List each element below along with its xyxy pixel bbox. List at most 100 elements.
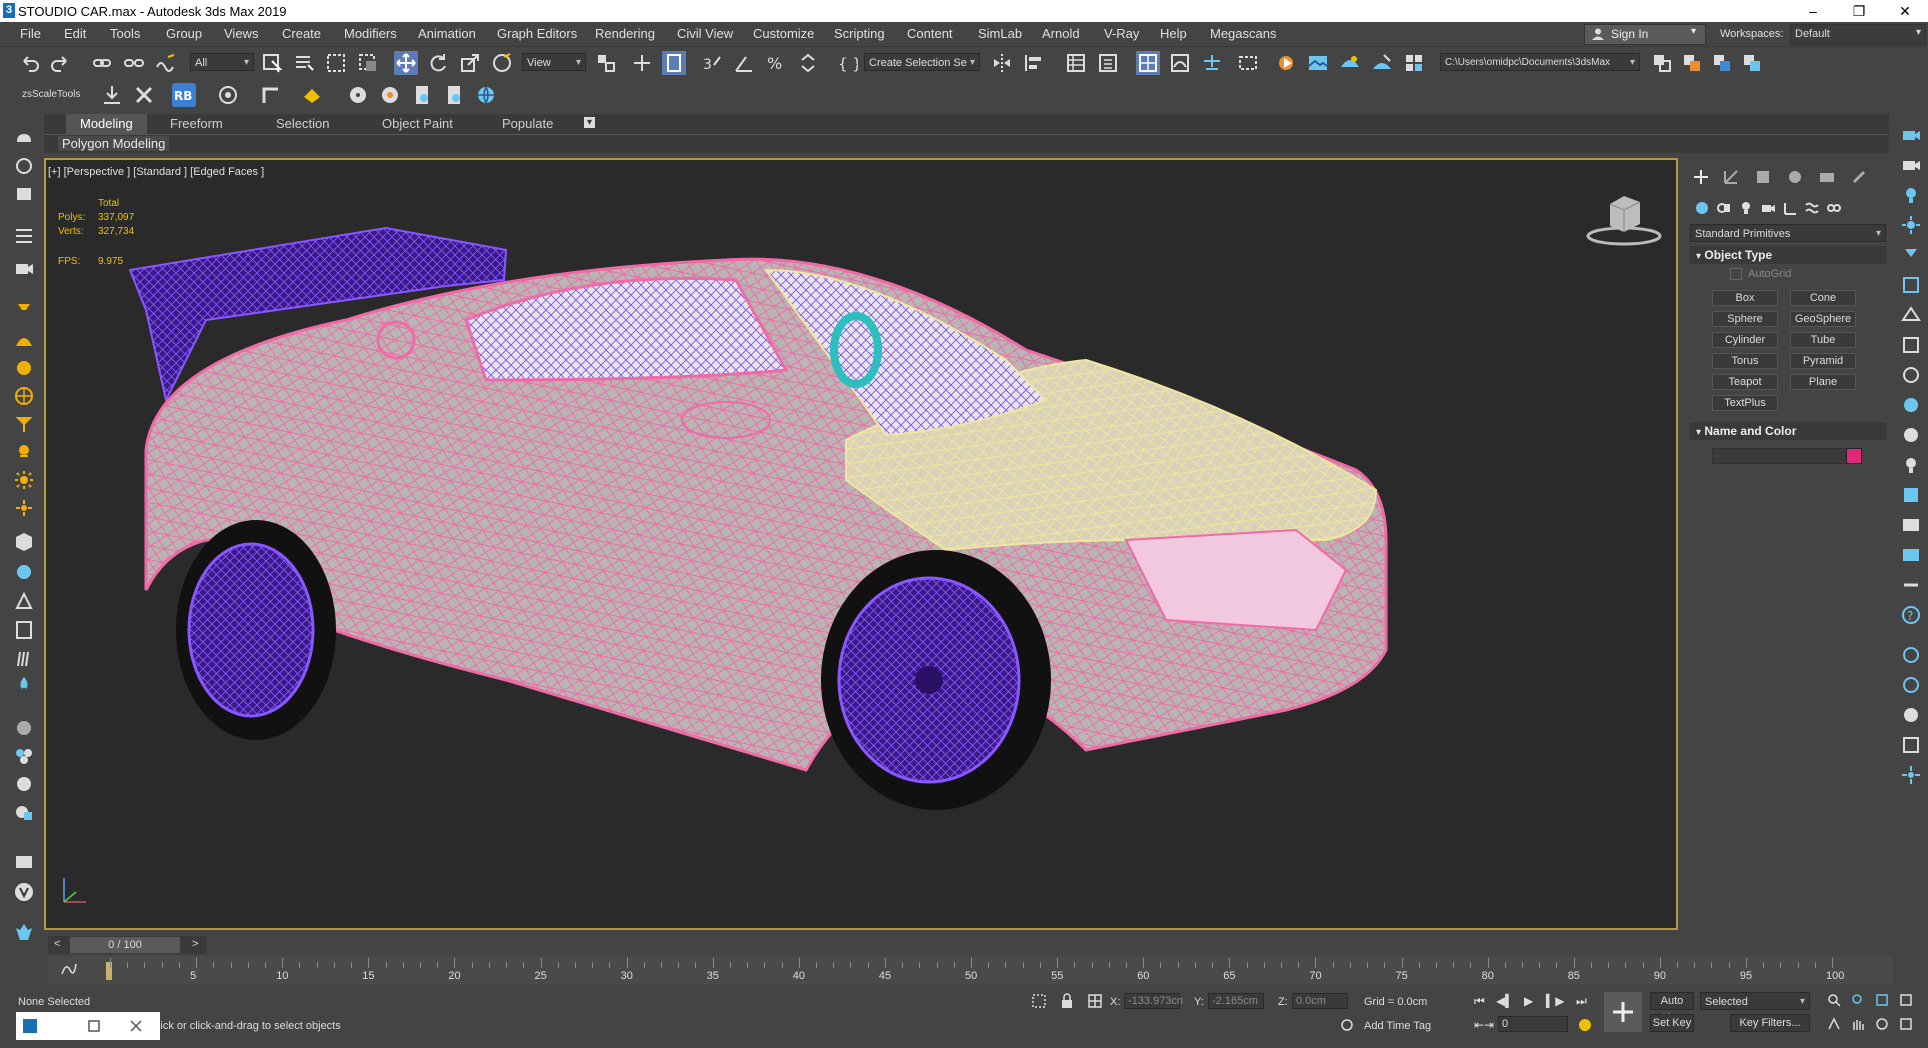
play-icon[interactable]: ▶: [1524, 994, 1533, 1008]
systems-icon[interactable]: [1826, 200, 1842, 216]
camera-icon[interactable]: [12, 256, 36, 280]
perspective-viewport[interactable]: [+] [Perspective ] [Standard ] [Edged Fa…: [44, 158, 1678, 930]
angle-snap-icon[interactable]: [732, 51, 756, 75]
render-setup-icon[interactable]: [1236, 51, 1260, 75]
tab-selection[interactable]: Selection: [276, 116, 329, 131]
close-panel-icon[interactable]: [128, 1018, 144, 1034]
textplus-button[interactable]: TextPlus: [1712, 395, 1778, 411]
import-icon[interactable]: [100, 83, 124, 107]
vray-light-icon[interactable]: [1900, 184, 1922, 206]
material-sample-icon[interactable]: [12, 772, 36, 796]
next-frame-icon[interactable]: ▍▶: [1546, 994, 1564, 1008]
box-icon[interactable]: [12, 182, 36, 206]
layer-explorer-icon[interactable]: [1064, 51, 1088, 75]
key-filters-button[interactable]: Key Filters...: [1730, 1014, 1810, 1032]
tab-freeform[interactable]: Freeform: [170, 116, 223, 131]
megascans-icon[interactable]: [12, 920, 36, 944]
create-tab-icon[interactable]: [1692, 168, 1710, 186]
multi-material-icon[interactable]: [12, 744, 36, 768]
photometric-light-icon[interactable]: [12, 412, 36, 436]
keyboard-shortcut-icon[interactable]: [662, 51, 686, 75]
add-time-tag-label[interactable]: Add Time Tag: [1364, 1020, 1431, 1032]
time-next-button[interactable]: >: [192, 938, 198, 950]
align-icon[interactable]: [1022, 51, 1046, 75]
time-tag-icon[interactable]: [1340, 1018, 1354, 1032]
render-cloud-icon[interactable]: [1402, 51, 1426, 75]
menu-rendering[interactable]: Rendering: [595, 26, 655, 41]
menu-customize[interactable]: Customize: [753, 26, 814, 41]
hierarchy-tab-icon[interactable]: [1754, 168, 1772, 186]
mirror-icon[interactable]: [990, 51, 1014, 75]
vray-frame-buffer-icon[interactable]: [12, 850, 36, 874]
collapse-icon[interactable]: [132, 83, 156, 107]
vray-interactive-icon[interactable]: [1900, 544, 1922, 566]
tab-modeling[interactable]: Modeling: [66, 114, 147, 134]
track-bar[interactable]: 5 10 15 20 25 30 35 40 45 50 55 60 65 70 75 80 85 90 95 100: [48, 956, 1893, 984]
dome-light-icon[interactable]: [12, 328, 36, 352]
workspace-dropdown[interactable]: Default ▾: [1790, 24, 1926, 45]
menu-file[interactable]: File: [20, 26, 41, 41]
vray-decal-icon[interactable]: [1900, 424, 1922, 446]
sun-icon[interactable]: [12, 468, 36, 492]
key-mode-dropdown[interactable]: Selected: [1700, 992, 1810, 1011]
spinner-snap-icon[interactable]: [796, 51, 820, 75]
vray-ies-icon[interactable]: [1900, 244, 1922, 266]
vray-logo-icon[interactable]: [12, 880, 36, 904]
move-icon[interactable]: [394, 51, 418, 75]
scale-icon[interactable]: [458, 51, 482, 75]
window-crossing-icon[interactable]: [356, 51, 380, 75]
walkthrough-icon[interactable]: [1900, 764, 1922, 786]
corner-icon[interactable]: [258, 83, 282, 107]
manipulate-icon[interactable]: [630, 51, 654, 75]
tab-object-paint[interactable]: Object Paint: [382, 116, 453, 131]
name-and-color-rollout[interactable]: ▾ Name and Color: [1690, 422, 1886, 440]
menu-edit[interactable]: Edit: [64, 26, 86, 41]
menu-simlab[interactable]: SimLab: [978, 26, 1022, 41]
sphere-button[interactable]: Sphere: [1712, 311, 1778, 327]
blob-icon[interactable]: [12, 154, 36, 178]
set-key-big-button[interactable]: [1604, 992, 1642, 1032]
pivot-center-icon[interactable]: [594, 51, 618, 75]
shapes-icon[interactable]: [1716, 200, 1732, 216]
orbit-sub-icon[interactable]: [1900, 674, 1922, 696]
zsscale-tools-label[interactable]: zsScaleTools: [22, 89, 80, 100]
torus-button[interactable]: Torus: [1712, 353, 1778, 369]
object-color-swatch[interactable]: [1846, 448, 1862, 464]
maxscript-listener-mini[interactable]: [16, 1012, 160, 1040]
undo-icon[interactable]: [18, 51, 42, 75]
document-run-icon[interactable]: [442, 83, 466, 107]
cone-button[interactable]: Cone: [1790, 290, 1856, 306]
paint-bucket-icon[interactable]: [300, 83, 324, 107]
helper-icon[interactable]: [12, 590, 36, 614]
helpers-icon[interactable]: [1782, 200, 1798, 216]
menu-graph-editors[interactable]: Graph Editors: [497, 26, 577, 41]
dolly-icon[interactable]: [1900, 704, 1922, 726]
vray-lister-icon[interactable]: [1900, 574, 1922, 596]
time-prev-button[interactable]: <: [54, 938, 60, 950]
vray-volume-icon[interactable]: [1900, 454, 1922, 476]
reference-coord-dropdown[interactable]: View: [522, 53, 586, 72]
object-category-dropdown[interactable]: Standard Primitives: [1690, 224, 1886, 243]
sphere-icon[interactable]: [12, 560, 36, 584]
restore-button[interactable]: ❐: [1836, 0, 1882, 22]
spiral-icon[interactable]: [216, 83, 240, 107]
space-warps-icon[interactable]: [1804, 200, 1820, 216]
isolate-icon[interactable]: [1030, 992, 1048, 1010]
orbit-icon[interactable]: [1900, 644, 1922, 666]
ribbon-options-icon[interactable]: ▾: [584, 117, 596, 128]
vray-camera-icon[interactable]: [1900, 124, 1922, 146]
link-icon[interactable]: [90, 51, 114, 75]
cylinder-button[interactable]: Cylinder: [1712, 332, 1778, 348]
unlink-icon[interactable]: [122, 51, 146, 75]
geosphere-button[interactable]: GeoSphere: [1790, 311, 1856, 327]
rect-selection-icon[interactable]: [324, 51, 348, 75]
menu-civil-view[interactable]: Civil View: [677, 26, 733, 41]
render-frame-icon[interactable]: [1274, 51, 1298, 75]
render-iterative-icon[interactable]: [1370, 51, 1394, 75]
vray-fur-icon[interactable]: [1900, 334, 1922, 356]
fire-icon[interactable]: [12, 674, 36, 698]
y-coord-field[interactable]: -2.165cm: [1208, 993, 1264, 1009]
time-slider[interactable]: < 0 / 100 >: [48, 936, 206, 954]
menu-group[interactable]: Group: [166, 26, 202, 41]
maxscript-icon[interactable]: [22, 1018, 38, 1034]
